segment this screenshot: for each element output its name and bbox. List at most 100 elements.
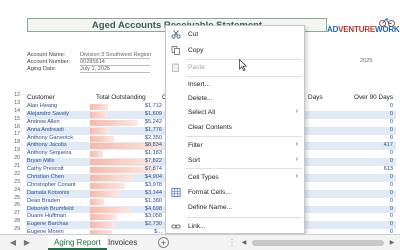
row-number[interactable]: 26 (0, 202, 22, 210)
total-outstanding-cell[interactable]: $2,350 (122, 135, 162, 143)
next-sheet-icon[interactable]: ▶ (22, 238, 32, 248)
scroll-left-icon[interactable]: ◀ (240, 239, 248, 247)
total-outstanding-cell[interactable]: $3,978 (122, 182, 162, 190)
over-90-days-cell[interactable]: 0 (353, 221, 393, 229)
menu-item-sort[interactable]: Sort › (166, 154, 304, 167)
customer-name-cell[interactable]: Andrew Allen (27, 119, 60, 127)
customer-name-cell[interactable]: Anna Andreadi (27, 127, 64, 135)
customer-name-cell[interactable]: Alejandro Savely (27, 111, 69, 119)
customer-name-cell[interactable]: Damala Kotsonis (27, 190, 69, 198)
add-sheet-icon[interactable]: + (158, 237, 169, 248)
total-outstanding-cell[interactable]: $1,712 (122, 103, 162, 111)
over-90-days-cell[interactable]: 0 (353, 182, 393, 190)
over-90-days-cell[interactable]: 0 (353, 127, 393, 135)
over-90-days-cell[interactable]: 0 (353, 198, 393, 206)
menu-item-insert[interactable]: Insert... (166, 78, 304, 91)
aging-date-value[interactable]: July 1, 2025 (80, 66, 150, 73)
row-number[interactable]: 12 (0, 92, 22, 100)
menu-item-paste[interactable]: Paste (166, 61, 304, 74)
more-options-icon[interactable]: ⋮ (228, 238, 236, 247)
menu-item-label: Filter (188, 142, 203, 149)
total-outstanding-cell[interactable]: $7,874 (122, 166, 162, 174)
total-outstanding-cell[interactable]: $8,834 (122, 142, 162, 150)
menu-item-filter[interactable]: Filter › (166, 139, 304, 152)
row-number[interactable]: 28 (0, 218, 22, 226)
total-outstanding-cell[interactable]: $4,904 (122, 174, 162, 182)
total-outstanding-cell[interactable]: $4,698 (122, 206, 162, 214)
total-outstanding-cell[interactable]: $7,822 (122, 158, 162, 166)
tab-invoices[interactable]: Invoices (102, 235, 143, 250)
over-90-days-cell[interactable]: 0 (353, 119, 393, 127)
row-number[interactable]: 24 (0, 187, 22, 195)
row-number[interactable]: 29 (0, 226, 22, 234)
customer-name-cell[interactable]: Bryan Mills (27, 158, 54, 166)
row-number[interactable]: 19 (0, 147, 22, 155)
row-number[interactable]: 18 (0, 139, 22, 147)
menu-item-copy[interactable]: Copy (166, 44, 304, 57)
customer-name-cell[interactable]: Christopher Conant (27, 182, 76, 190)
customer-name-cell[interactable]: Alan Hwang (27, 103, 57, 111)
total-outstanding-cell[interactable]: $1,380 (122, 198, 162, 206)
over-90-days-cell[interactable]: 0 (353, 103, 393, 111)
over-90-days-cell[interactable]: 0 (353, 111, 393, 119)
over-90-days-cell[interactable]: 0 (353, 190, 393, 198)
customer-name-cell[interactable]: Anthony Jacobs (27, 142, 67, 150)
row-number[interactable]: 22 (0, 171, 22, 179)
outstanding-data-bar (90, 190, 119, 197)
aging-date-aside: 2025 (360, 58, 373, 64)
row-number[interactable]: 21 (0, 163, 22, 171)
over-90-days-cell[interactable]: 0 (353, 135, 393, 143)
row-number[interactable]: 17 (0, 131, 22, 139)
total-outstanding-cell[interactable]: $5,242 (122, 119, 162, 127)
row-number-gutter[interactable]: 1213141516171819202122232425262728293031 (0, 92, 22, 234)
menu-item-cell-types[interactable]: Cell Types › (166, 171, 304, 184)
total-outstanding-cell[interactable]: $3,058 (122, 213, 162, 221)
tab-aging-report[interactable]: Aging Report (48, 235, 107, 250)
prev-sheet-icon[interactable]: ◀ (8, 238, 18, 248)
customer-name-cell[interactable]: Deborah Brumfield (27, 206, 74, 214)
outstanding-data-bar (90, 222, 116, 229)
row-number[interactable]: 15 (0, 116, 22, 124)
scrollbar-thumb[interactable] (252, 240, 384, 246)
menu-item-cut[interactable]: Cut (166, 28, 304, 41)
menu-item-link[interactable]: Link... (166, 220, 304, 233)
menu-item-format-cells[interactable]: Format Cells... (166, 186, 304, 199)
menu-item-define-name[interactable]: Define Name... (166, 201, 304, 214)
row-number[interactable]: 13 (0, 100, 22, 108)
account-number-value[interactable]: 00285614 (80, 59, 150, 66)
over-90-days-cell[interactable]: 417 (353, 142, 393, 150)
over-90-days-cell[interactable]: 0 (353, 158, 393, 166)
over-90-days-cell[interactable]: 0 (353, 213, 393, 221)
total-outstanding-cell[interactable]: $1,609 (122, 111, 162, 119)
over-90-days-cell[interactable]: 0 (353, 206, 393, 214)
row-number[interactable]: 16 (0, 124, 22, 132)
customer-name-cell[interactable]: Cathy Prescott (27, 166, 64, 174)
customer-name-cell[interactable]: Duane Huffman (27, 213, 66, 221)
total-outstanding-cell[interactable]: $2,730 (122, 221, 162, 229)
row-number[interactable]: 25 (0, 195, 22, 203)
over-90-days-cell[interactable]: 0 (353, 150, 393, 158)
context-menu[interactable]: Cut Copy Paste Insert... Delete... Select All… (165, 25, 305, 234)
total-outstanding-cell[interactable]: $1,183 (122, 150, 162, 158)
menu-item-select-all[interactable]: Select All › (166, 106, 304, 119)
row-number[interactable]: 20 (0, 155, 22, 163)
customer-name-cell[interactable]: Anthony Garverick (27, 135, 73, 143)
total-outstanding-cell[interactable]: $3,144 (122, 190, 162, 198)
scroll-right-icon[interactable]: ▶ (388, 239, 396, 247)
copy-icon (171, 46, 181, 55)
menu-item-clear-contents[interactable]: Clear Contents (166, 121, 304, 134)
customer-name-cell[interactable]: Christian Chen (27, 174, 64, 182)
over-90-days-cell[interactable]: 613 (353, 166, 393, 174)
total-outstanding-cell[interactable]: $1,776 (122, 127, 162, 135)
row-number[interactable]: 27 (0, 210, 22, 218)
menu-item-label: Link... (188, 223, 206, 230)
customer-name-cell[interactable]: Eugene Barchas (27, 221, 68, 229)
row-number[interactable]: 23 (0, 179, 22, 187)
account-name-value[interactable]: Division 3 Southwest Region (80, 52, 151, 59)
menu-item-delete[interactable]: Delete... (166, 92, 304, 105)
over-90-days-cell[interactable]: 0 (353, 174, 393, 182)
horizontal-scrollbar[interactable]: ◀ ▶ (240, 239, 396, 247)
customer-name-cell[interactable]: Dean Braden (27, 198, 60, 206)
customer-name-cell[interactable]: Anthony Sequeira (27, 150, 71, 158)
row-number[interactable]: 14 (0, 108, 22, 116)
